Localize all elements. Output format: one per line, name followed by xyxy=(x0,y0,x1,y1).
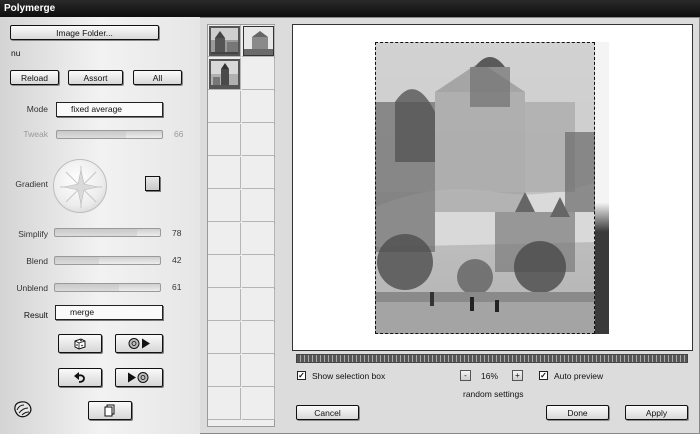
show-selection-label: Show selection box xyxy=(312,371,386,381)
reload-button[interactable]: Reload xyxy=(10,70,59,85)
all-button[interactable]: All xyxy=(133,70,182,85)
thumbnail-slot[interactable] xyxy=(242,289,275,321)
undo-arrow-icon xyxy=(74,372,85,383)
thumbnail-slot[interactable] xyxy=(208,124,241,156)
thumbnail-slot[interactable] xyxy=(242,388,275,420)
dice-icon xyxy=(74,338,86,350)
thumbnail-slot[interactable] xyxy=(208,355,241,387)
thumbnail-slot[interactable] xyxy=(208,223,241,255)
unblend-slider[interactable] xyxy=(54,283,161,292)
result-select[interactable]: merge xyxy=(55,305,163,320)
tweak-label: Tweak xyxy=(23,129,48,139)
thumbnail-slot[interactable] xyxy=(242,190,275,222)
thumbnail-slot[interactable] xyxy=(242,157,275,189)
cancel-button[interactable]: Cancel xyxy=(296,405,359,420)
thumbnail-slot[interactable] xyxy=(208,388,241,420)
show-selection-checkbox[interactable]: ✓ xyxy=(297,371,306,380)
paw-icon xyxy=(11,398,35,420)
thumbnail-image-1[interactable] xyxy=(209,26,240,56)
window-title: Polymerge xyxy=(0,0,700,17)
unblend-value: 61 xyxy=(172,282,182,292)
gradient-star-icon xyxy=(60,166,102,208)
blend-slider[interactable] xyxy=(54,256,161,265)
image-folder-button[interactable]: Image Folder... xyxy=(10,25,159,40)
thumbnail-slot[interactable] xyxy=(242,256,275,288)
tweak-value: 66 xyxy=(174,129,184,139)
simplify-slider-fill xyxy=(55,229,137,236)
done-button[interactable]: Done xyxy=(546,405,609,420)
thumbnail-slot[interactable] xyxy=(242,58,275,90)
thumbnail-slot[interactable] xyxy=(242,355,275,387)
thumbnail-slot[interactable] xyxy=(208,157,241,189)
random-settings-link[interactable]: random settings xyxy=(463,389,523,399)
mode-select[interactable]: fixed average xyxy=(56,102,163,117)
forward-random-icon xyxy=(128,372,149,383)
result-label: Result xyxy=(23,310,48,320)
thumbnail-slot[interactable] xyxy=(208,256,241,288)
thumbnail-slot[interactable] xyxy=(242,322,275,354)
zoom-out-button[interactable]: - xyxy=(460,370,471,381)
copy-page-icon xyxy=(104,404,115,417)
zoom-value: 16% xyxy=(481,371,499,381)
thumbnail-slot[interactable] xyxy=(242,223,275,255)
selection-box[interactable] xyxy=(375,42,595,334)
preview-edge-strip xyxy=(595,42,609,334)
thumbnail-slot[interactable] xyxy=(208,91,241,123)
undo-button[interactable] xyxy=(58,368,102,387)
random-forward-icon xyxy=(128,338,150,349)
tweak-slider-fill xyxy=(57,131,127,138)
gradient-color-swatch[interactable] xyxy=(145,176,160,191)
thumbnail-slot[interactable] xyxy=(208,190,241,222)
randomize-button[interactable] xyxy=(58,334,102,353)
gradient-label: Gradient xyxy=(15,179,48,189)
tweak-slider[interactable] xyxy=(56,130,163,139)
thumbnail-image-3[interactable] xyxy=(209,59,240,89)
unblend-slider-fill xyxy=(55,284,120,291)
thumbnail-slot[interactable] xyxy=(242,91,275,123)
thumbnail-image-2[interactable] xyxy=(243,26,274,56)
forward-random-button[interactable] xyxy=(115,368,163,387)
blend-label: Blend xyxy=(26,256,48,266)
unblend-label: Unblend xyxy=(16,283,48,293)
auto-preview-label: Auto preview xyxy=(554,371,604,381)
copy-button[interactable] xyxy=(88,401,132,420)
preview-canvas[interactable] xyxy=(292,24,693,351)
apply-button[interactable]: Apply xyxy=(625,405,688,420)
thumbnail-slot[interactable] xyxy=(242,124,275,156)
folder-name-label: nu xyxy=(11,48,21,58)
random-forward-button[interactable] xyxy=(115,334,163,353)
simplify-label: Simplify xyxy=(18,229,48,239)
mode-label: Mode xyxy=(26,104,48,114)
zoom-in-button[interactable]: + xyxy=(512,370,523,381)
thumbnail-slot[interactable] xyxy=(208,289,241,321)
gradient-direction-dial[interactable] xyxy=(53,159,107,213)
thumbnail-slot[interactable] xyxy=(208,322,241,354)
simplify-value: 78 xyxy=(172,228,182,238)
simplify-slider[interactable] xyxy=(54,228,161,237)
blend-value: 42 xyxy=(172,255,182,265)
progress-bar xyxy=(296,354,688,363)
assort-button[interactable]: Assort xyxy=(68,70,123,85)
blend-slider-fill xyxy=(55,257,100,264)
auto-preview-checkbox[interactable]: ✓ xyxy=(539,371,548,380)
